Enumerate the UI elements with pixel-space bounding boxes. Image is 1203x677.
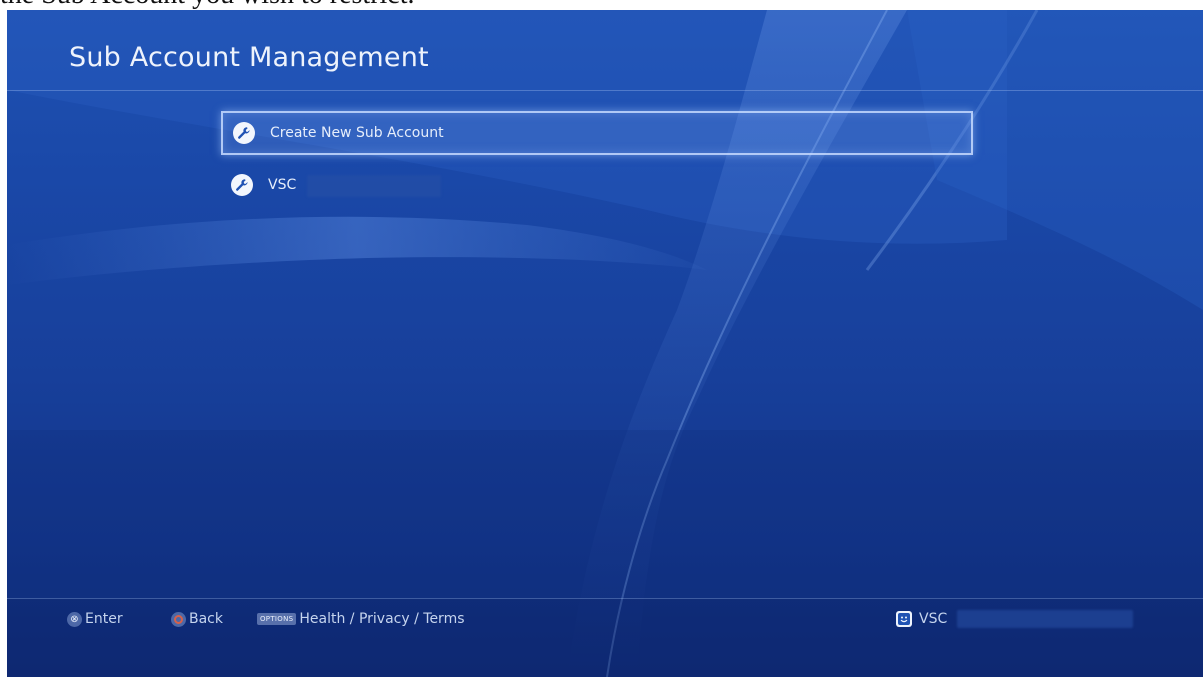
- wrench-icon: [231, 174, 253, 196]
- menu-item-create-sub-account[interactable]: Create New Sub Account: [221, 111, 973, 155]
- options-button-icon: OPTIONS: [257, 613, 297, 625]
- redacted-block: [957, 610, 1133, 628]
- menu-item-label: Create New Sub Account: [270, 125, 444, 141]
- redacted-block: [307, 175, 441, 197]
- hint-back-label: Back: [189, 611, 223, 627]
- hint-back[interactable]: Back: [171, 609, 223, 629]
- title-divider: [7, 90, 1203, 91]
- current-user-name: VSC: [919, 611, 948, 627]
- user-face-icon: [896, 611, 912, 627]
- hint-options[interactable]: OPTIONS Health / Privacy / Terms: [257, 609, 465, 629]
- page-caption: the Sub Account you wish to restrict.: [0, 0, 1203, 10]
- circle-button-icon: [171, 611, 186, 627]
- wrench-icon: [233, 122, 255, 144]
- page-title: Sub Account Management: [69, 42, 429, 73]
- hint-enter[interactable]: ⊗ Enter: [67, 609, 123, 629]
- ps4-screen: Sub Account Management Create New Sub Ac…: [7, 10, 1203, 677]
- current-user: VSC: [896, 609, 947, 629]
- menu-item-label: VSC: [268, 177, 297, 193]
- hint-enter-label: Enter: [85, 611, 123, 627]
- hint-options-label: Health / Privacy / Terms: [299, 611, 465, 627]
- cross-button-icon: ⊗: [67, 611, 82, 627]
